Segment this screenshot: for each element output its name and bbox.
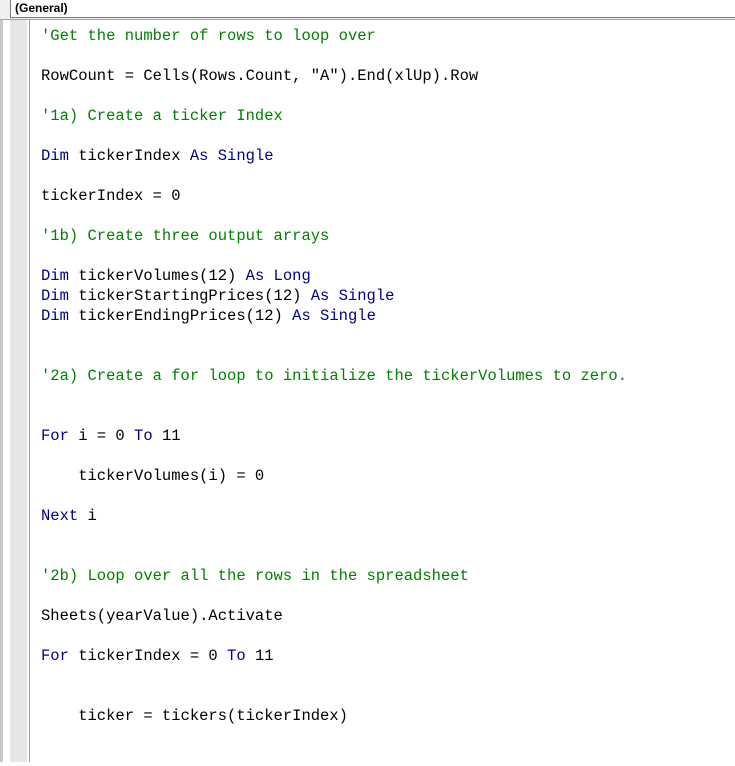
code-line[interactable] [41, 526, 731, 546]
code-keyword: To [134, 427, 153, 445]
code-line[interactable]: tickerIndex = 0 [41, 186, 731, 206]
code-keyword: For [41, 427, 69, 445]
code-line[interactable] [41, 546, 731, 566]
code-comment: '2a) Create a for loop to initialize the… [41, 367, 627, 385]
code-line[interactable]: RowCount = Cells(Rows.Count, "A").End(xl… [41, 66, 731, 86]
code-line[interactable] [41, 746, 731, 766]
code-text: 11 [152, 427, 181, 445]
code-line[interactable]: '1b) Create three output arrays [41, 226, 731, 246]
code-text: tickerEndingPrices(12) [68, 307, 293, 325]
code-line[interactable]: tickerVolumes(i) = 0 [41, 466, 731, 486]
code-keyword: Dim [41, 267, 69, 285]
code-line[interactable] [41, 686, 731, 706]
code-line[interactable] [41, 666, 731, 686]
code-line[interactable] [41, 726, 731, 746]
code-line[interactable] [41, 166, 731, 186]
margin-indicator-bar[interactable] [0, 20, 30, 762]
code-line[interactable]: '2b) Loop over all the rows in the sprea… [41, 566, 731, 586]
code-text: 11 [245, 647, 274, 665]
code-text: tickerIndex = 0 [68, 647, 228, 665]
code-line[interactable]: Sheets(yearValue).Activate [41, 606, 731, 626]
code-line[interactable]: 'Get the number of rows to loop over [41, 26, 731, 46]
code-text: tickerIndex = 0 [41, 187, 181, 205]
code-line[interactable]: Dim tickerVolumes(12) As Long [41, 266, 731, 286]
code-text: tickerIndex [68, 147, 190, 165]
code-keyword: Next [41, 507, 79, 525]
window-border [0, 20, 3, 762]
code-text: tickerVolumes(i) = 0 [41, 467, 265, 485]
code-keyword: Dim [41, 147, 69, 165]
code-line[interactable] [41, 626, 731, 646]
code-keyword: As Long [245, 267, 311, 285]
code-keyword: As Single [292, 307, 376, 325]
code-comment: '1b) Create three output arrays [41, 227, 330, 245]
code-line[interactable] [41, 86, 731, 106]
code-keyword: As Single [189, 147, 274, 165]
code-keyword: Dim [41, 307, 69, 325]
object-dropdown[interactable]: (General) [10, 0, 735, 18]
code-keyword: As Single [310, 287, 395, 305]
breakpoint-margin[interactable] [10, 20, 27, 762]
code-line[interactable] [41, 206, 731, 226]
code-line[interactable] [41, 46, 731, 66]
code-text: tickerStartingPrices(12) [68, 287, 311, 305]
code-keyword: For [41, 647, 69, 665]
code-line[interactable] [41, 326, 731, 346]
code-text: i = 0 [68, 427, 135, 445]
code-text: tickerVolumes(12) [68, 267, 246, 285]
code-comment: 'Get the number of rows to loop over [41, 27, 376, 45]
code-line[interactable]: For i = 0 To 11 [41, 426, 731, 446]
code-line[interactable]: Dim tickerIndex As Single [41, 146, 731, 166]
code-line[interactable]: Next i [41, 506, 731, 526]
code-line[interactable] [41, 486, 731, 506]
code-line[interactable] [41, 406, 731, 426]
code-line[interactable]: Dim tickerStartingPrices(12) As Single [41, 286, 731, 306]
code-line[interactable] [41, 386, 731, 406]
code-line[interactable]: For tickerIndex = 0 To 11 [41, 646, 731, 666]
code-line[interactable]: '1a) Create a ticker Index [41, 106, 731, 126]
code-window-header: (General) [0, 0, 735, 20]
code-text: i [78, 507, 97, 525]
code-line[interactable]: '2a) Create a for loop to initialize the… [41, 366, 731, 386]
code-keyword: To [227, 647, 246, 665]
code-comment: '1a) Create a ticker Index [41, 107, 283, 125]
code-line[interactable] [41, 586, 731, 606]
code-editor[interactable]: 'Get the number of rows to loop over Row… [41, 26, 731, 766]
code-line[interactable] [41, 246, 731, 266]
code-text: RowCount = Cells(Rows.Count, "A").End(xl… [41, 67, 479, 85]
code-line[interactable] [41, 346, 731, 366]
code-comment: '2b) Loop over all the rows in the sprea… [41, 567, 469, 585]
code-text: Sheets(yearValue).Activate [41, 607, 283, 625]
code-line[interactable]: ticker = tickers(tickerIndex) [41, 706, 731, 726]
code-line[interactable] [41, 126, 731, 146]
code-keyword: Dim [41, 287, 69, 305]
code-text: ticker = tickers(tickerIndex) [41, 707, 348, 725]
margin-separator [29, 20, 30, 762]
code-line[interactable] [41, 446, 731, 466]
code-line[interactable]: Dim tickerEndingPrices(12) As Single [41, 306, 731, 326]
